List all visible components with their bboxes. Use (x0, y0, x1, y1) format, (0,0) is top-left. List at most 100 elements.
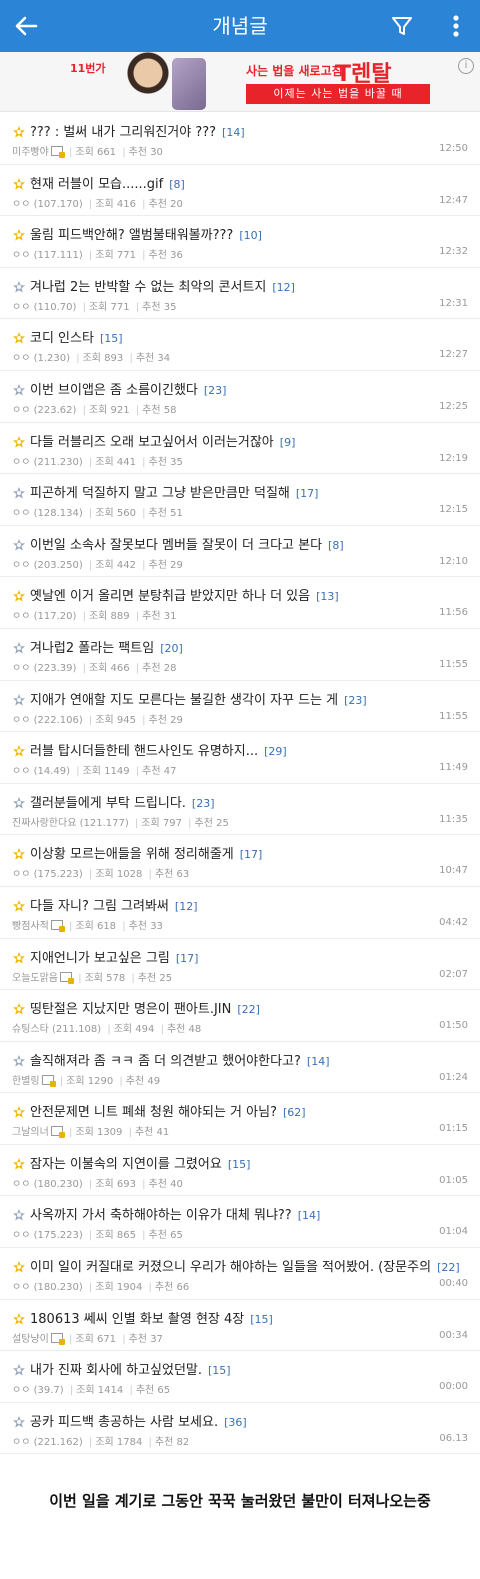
comment-count: [15] (227, 1157, 251, 1171)
post-time: 12:32 (439, 246, 468, 258)
post-title-text: 옛날엔 이거 올리면 분탕취급 받았지만 하나 더 있음 (30, 589, 311, 605)
recommend-count: 추천 37 (128, 1333, 163, 1345)
post-meta: 설탕냥이 | 조회 671 | 추천 37 (12, 1330, 163, 1345)
post-title[interactable]: 띵탄절은 지났지만 명은이 팬아트.JIN [22] (30, 998, 260, 1017)
post-time: 11:49 (439, 762, 468, 774)
post-title[interactable]: 이번 브이앱은 좀 소름이긴했다 [23] (30, 379, 226, 398)
post-title[interactable]: 옛날엔 이거 올리면 분탕취급 받았지만 하나 더 있음 [13] (30, 585, 339, 604)
list-item[interactable]: 이번일 소속사 잘못보다 멤버들 잘못이 더 크다고 본다 [8] ㅇㅇ (203… (0, 526, 480, 578)
list-item[interactable]: 울림 피드백안해? 앨범불태워볼까??? [10] ㅇㅇ (117.111) | 조… (0, 216, 480, 268)
view-count: 조회 671 (75, 1333, 117, 1345)
list-item[interactable]: 솔직해져라 좀 ㅋㅋ 좀 더 의견받고 했어야한다고? [14] 한별링 | 조회 … (0, 1042, 480, 1094)
list-item[interactable]: 현재 러블이 모습......gif [8] ㅇㅇ (107.170) | 조회 4… (0, 165, 480, 217)
list-item[interactable]: 180613 쎄씨 인별 화보 촬영 현장 4장 [15] 설탕냥이 | 조회 67… (0, 1300, 480, 1352)
ad-banner[interactable]: 11번가 사는 법을 새로고침 T렌탈 이제는 사는 법을 바꿀 때 i (0, 52, 480, 112)
post-title[interactable]: 지애언니가 보고싶은 그림 [17] (30, 947, 198, 966)
post-title[interactable]: 피곤하게 덕질하지 말고 그냥 받은만큼만 덕질해 [17] (30, 482, 318, 501)
view-count: 조회 560 (95, 508, 136, 520)
post-title[interactable]: 사옥까지 가서 축하해야하는 이유가 대체 뭐냐?? [14] (30, 1204, 320, 1223)
post-title[interactable]: 현재 러블이 모습......gif [8] (30, 173, 185, 192)
list-item[interactable]: 지애가 연애할 지도 모른다는 불길한 생각이 자꾸 드는 게 [23] ㅇㅇ (… (0, 681, 480, 733)
list-item[interactable]: 피곤하게 덕질하지 말고 그냥 받은만큼만 덕질해 [17] ㅇㅇ (128.13… (0, 474, 480, 526)
recommend-count: 추천 36 (148, 250, 183, 262)
post-title[interactable]: 겨나럽2 폴라는 팩트임 [20] (30, 637, 183, 656)
comment-count: [29] (264, 745, 287, 759)
post-meta: 슈팅스타 (211.108) | 조회 494 | 추천 48 (12, 1020, 201, 1035)
list-item[interactable]: 옛날엔 이거 올리면 분탕취급 받았지만 하나 더 있음 [13] ㅇㅇ (117… (0, 577, 480, 629)
list-item[interactable]: 코디 인스타 [15] ㅇㅇ (1.230) | 조회 893 | 추천 34 12:… (0, 319, 480, 371)
filter-icon[interactable] (390, 14, 414, 38)
list-item[interactable]: 이미 일이 커질대로 커졌으니 우리가 해야하는 일들을 적어봤어. (장문주의… (0, 1248, 480, 1300)
top-bar: 개념글 (0, 0, 480, 52)
post-author: 설탕냥이 (12, 1333, 49, 1345)
list-item[interactable]: 겨나럽2 폴라는 팩트임 [20] ㅇㅇ (223.39) | 조회 466 | 추천… (0, 629, 480, 681)
recommend-count: 추천 40 (148, 1178, 183, 1190)
post-title[interactable]: 180613 쎄씨 인별 화보 촬영 현장 4장 [15] (30, 1308, 273, 1327)
divider: | (131, 972, 135, 984)
post-title[interactable]: 코디 인스타 [15] (30, 327, 123, 346)
post-title[interactable]: 울림 피드백안해? 앨범불태워볼까??? [10] (30, 224, 262, 243)
post-title[interactable]: 러블 탑시더들한테 핸드사인도 유명하지... [29] (30, 740, 287, 759)
gallog-icon (50, 1332, 65, 1345)
divider: | (122, 1333, 126, 1345)
list-item[interactable]: 다들 자니? 그림 그려봐써 [12] 빵점사적 | 조회 618 | 추천 33 0… (0, 887, 480, 939)
recommend-count: 추천 47 (142, 766, 177, 778)
recommend-count: 추천 82 (154, 1436, 190, 1448)
post-title[interactable]: 내가 진짜 회사에 하고싶었던말. [15] (30, 1359, 231, 1378)
ad-info-icon[interactable]: i (458, 58, 474, 74)
list-item[interactable]: 갤러분들에게 부탁 드립니다. [23] 진짜사랑한다요 (121.177) | 조… (0, 784, 480, 836)
list-item[interactable]: 지애언니가 보고싶은 그림 [17] 오늘도맑음 | 조회 578 | 추천 25 0… (0, 939, 480, 991)
list-item[interactable]: 이번 브이앱은 좀 소름이긴했다 [23] ㅇㅇ (223.62) | 조회 921… (0, 371, 480, 423)
divider: | (129, 353, 133, 365)
post-title[interactable]: 잠자는 이불속의 지연이를 그렸어요 [15] (30, 1153, 250, 1172)
post-author: ㅇㅇ (180.230) (12, 1282, 83, 1294)
divider: | (76, 353, 80, 365)
post-title[interactable]: 솔직해져라 좀 ㅋㅋ 좀 더 의견받고 했어야한다고? [14] (30, 1050, 330, 1069)
list-item[interactable]: 안전문제면 니트 폐쇄 청원 해야되는 거 아님? [62] 그날의너 | 조회 1… (0, 1093, 480, 1145)
list-item[interactable]: 내가 진짜 회사에 하고싶었던말. [15] ㅇㅇ (39.7) | 조회 1414… (0, 1351, 480, 1403)
post-time: 12:31 (439, 297, 468, 309)
list-item[interactable]: 띵탄절은 지났지만 명은이 팬아트.JIN [22] 슈팅스타 (211.108)… (0, 990, 480, 1042)
post-title[interactable]: 겨나럽 2는 반박할 수 없는 최악의 콘서트지 [12] (30, 276, 295, 295)
recommend-count: 추천 30 (128, 147, 163, 158)
post-title[interactable]: ??? : 벌써 내가 그리워진거야 ??? [14] (30, 121, 245, 140)
list-item[interactable]: 이상황 모르는애들을 위해 정리해줄게 [17] ㅇㅇ (175.223) | 조회… (0, 835, 480, 887)
list-item[interactable]: 겨나럽 2는 반박할 수 없는 최악의 콘서트지 [12] ㅇㅇ (110.70)… (0, 268, 480, 320)
post-time: 11:55 (439, 658, 468, 670)
more-vertical-icon[interactable] (446, 12, 466, 40)
post-title[interactable]: 공카 피드백 총공하는 사람 보세요. [36] (30, 1411, 247, 1430)
list-item[interactable]: 러블 탑시더들한테 핸드사인도 유명하지... [29] ㅇㅇ (14.49) |… (0, 732, 480, 784)
post-title[interactable]: 지애가 연애할 지도 모른다는 불길한 생각이 자꾸 드는 게 [23] (30, 689, 367, 708)
gallog-icon (50, 919, 65, 932)
divider: | (69, 1333, 73, 1345)
view-count: 조회 797 (141, 817, 182, 829)
post-title-text: 띵탄절은 지났지만 명은이 팬아트.JIN (30, 1002, 232, 1018)
list-item[interactable]: 다들 러블리즈 오래 보고싶어서 이러는거잖아 [9] ㅇㅇ (211.230) … (0, 423, 480, 475)
post-title[interactable]: 이상황 모르는애들을 위해 정리해줄게 [17] (30, 843, 262, 862)
list-item[interactable]: 잠자는 이불속의 지연이를 그렸어요 [15] ㅇㅇ (180.230) | 조회 … (0, 1145, 480, 1197)
post-author: ㅇㅇ (222.106) (12, 714, 83, 726)
ad-brand: 11번가 (70, 62, 106, 75)
post-meta: 빵점사적 | 조회 618 | 추천 33 (12, 917, 163, 932)
list-item[interactable]: 공카 피드백 총공하는 사람 보세요. [36] ㅇㅇ (221.162) | 조회… (0, 1403, 480, 1455)
post-title[interactable]: 안전문제면 니트 폐쇄 청원 해야되는 거 아님? [62] (30, 1101, 306, 1120)
view-count: 조회 1309 (75, 1127, 123, 1139)
post-title[interactable]: 다들 자니? 그림 그려봐써 [12] (30, 895, 198, 914)
post-title-text: 갤러분들에게 부탁 드립니다. (30, 795, 186, 811)
divider: | (88, 1230, 93, 1242)
divider: | (135, 404, 140, 416)
recommend-count: 추천 29 (148, 559, 183, 571)
post-title[interactable]: 이미 일이 커질대로 커졌으니 우리가 해야하는 일들을 적어봤어. (장문주의… (30, 1256, 460, 1275)
post-meta: ㅇㅇ (222.106) | 조회 945 | 추천 29 (12, 711, 183, 726)
post-title[interactable]: 다들 러블리즈 오래 보고싶어서 이러는거잖아 [9] (30, 431, 295, 450)
recommend-count: 추천 28 (142, 662, 177, 674)
list-item[interactable]: ??? : 벌써 내가 그리워진거야 ??? [14] 미주빵야 | 조회 661 … (0, 113, 480, 165)
post-time: 12:15 (439, 504, 468, 516)
comment-count: [13] (316, 590, 339, 604)
list-item[interactable]: 사옥까지 가서 축하해야하는 이유가 대체 뭐냐?? [14] ㅇㅇ (175.2… (0, 1196, 480, 1249)
view-count: 조회 578 (84, 972, 126, 984)
recommend-count: 추천 31 (142, 611, 177, 623)
post-title[interactable]: 갤러분들에게 부탁 드립니다. [23] (30, 792, 215, 811)
post-title[interactable]: 이번일 소속사 잘못보다 멤버들 잘못이 더 크다고 본다 [8] (30, 534, 344, 553)
comment-count: [17] (239, 848, 263, 862)
